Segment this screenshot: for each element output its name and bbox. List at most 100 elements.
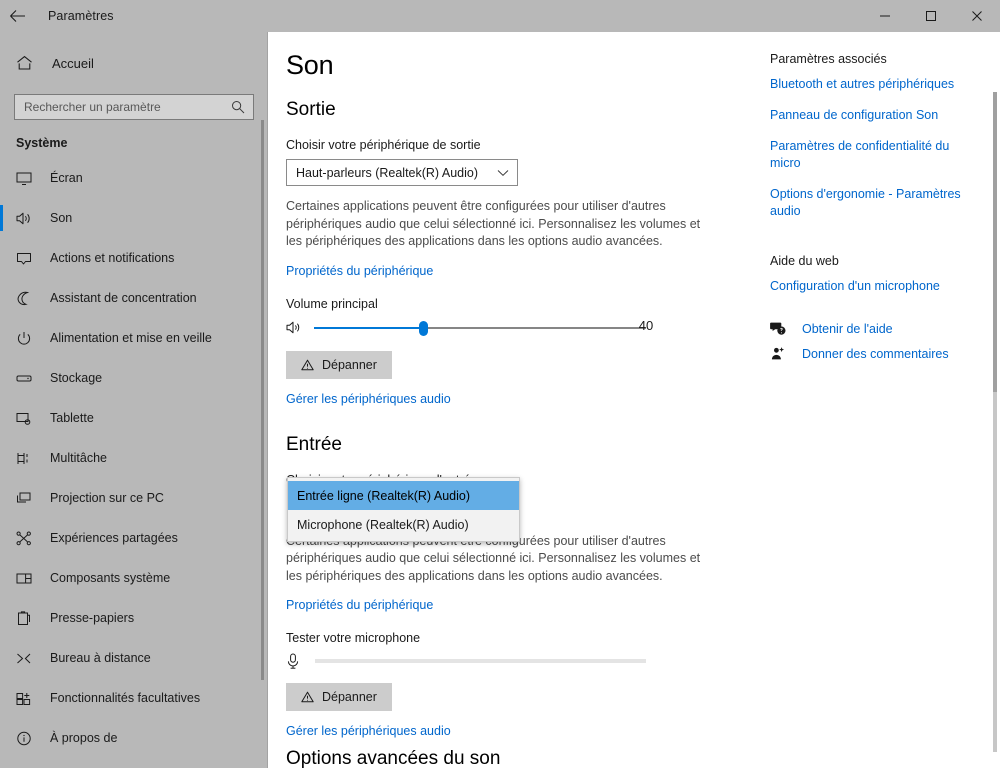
- sidebar-item-label: Son: [50, 211, 73, 225]
- speaker-icon: [16, 211, 40, 226]
- sidebar-item-label: Composants système: [50, 571, 171, 585]
- sidebar-item-bureau-a-distance[interactable]: Bureau à distance: [0, 638, 268, 678]
- sidebar-item-label: Fonctionnalités facultatives: [50, 691, 201, 705]
- output-section-heading: Sortie: [286, 99, 336, 120]
- rail-link-sound-control-panel[interactable]: Panneau de configuration Son: [770, 107, 975, 124]
- back-arrow-icon[interactable]: [0, 0, 34, 32]
- minimize-icon[interactable]: [862, 0, 908, 32]
- sidebar-item-home[interactable]: Accueil: [0, 46, 268, 80]
- speaker-icon[interactable]: [286, 320, 310, 335]
- features-icon: [16, 691, 40, 706]
- close-icon[interactable]: [954, 0, 1000, 32]
- master-volume-value: 40: [638, 317, 654, 333]
- rail-link-bluetooth[interactable]: Bluetooth et autres périphériques: [770, 76, 975, 93]
- title-bar-left: Paramètres: [0, 0, 268, 32]
- page-title: Son: [286, 50, 334, 80]
- sidebar-item-label: Alimentation et mise en veille: [50, 331, 212, 345]
- sidebar-item-presse-papiers[interactable]: Presse-papiers: [0, 598, 268, 638]
- share-icon: [16, 530, 40, 546]
- rail-link-ease-of-access-audio[interactable]: Options d'ergonomie - Paramètres audio: [770, 186, 975, 220]
- master-volume-label: Volume principal: [286, 296, 378, 311]
- sidebar-item-label: À propos de: [50, 731, 118, 745]
- sidebar-item-multitache[interactable]: Multitâche: [0, 438, 268, 478]
- notification-icon: [16, 251, 40, 266]
- sidebar-item-experiences-partagees[interactable]: Expériences partagées: [0, 518, 268, 558]
- output-device-value: Haut-parleurs (Realtek(R) Audio): [296, 165, 479, 180]
- input-section-heading: Entrée: [286, 433, 342, 455]
- drive-icon: [16, 371, 40, 386]
- dropdown-option-microphone[interactable]: Microphone (Realtek(R) Audio): [288, 510, 519, 539]
- sidebar-item-tablette[interactable]: Tablette: [0, 398, 268, 438]
- rail-link-microphone-setup[interactable]: Configuration d'un microphone: [770, 278, 975, 295]
- warning-icon: [301, 359, 314, 371]
- feedback-label: Donner des commentaires: [802, 346, 949, 361]
- sidebar-item-label: Presse-papiers: [50, 611, 135, 625]
- search-box[interactable]: [14, 94, 254, 120]
- sidebar: Accueil Système Écran: [0, 32, 268, 768]
- scrollbar-thumb[interactable]: [993, 92, 997, 392]
- sidebar-item-fonctionnalites-facultatives[interactable]: Fonctionnalités facultatives: [0, 678, 268, 718]
- moon-icon: [16, 291, 40, 306]
- sidebar-item-son[interactable]: Son: [0, 198, 268, 238]
- get-help-label: Obtenir de l'aide: [802, 321, 893, 336]
- title-bar: Paramètres: [0, 0, 1000, 32]
- master-volume-slider[interactable]: [314, 319, 646, 337]
- output-troubleshoot-label: Dépanner: [322, 357, 377, 372]
- maximize-icon[interactable]: [908, 0, 954, 32]
- sidebar-item-label: Stockage: [50, 371, 103, 385]
- power-icon: [16, 331, 40, 346]
- sidebar-item-label: Tablette: [50, 411, 94, 425]
- input-device-dropdown[interactable]: Entrée ligne (Realtek(R) Audio) Micropho…: [287, 477, 520, 542]
- input-manage-devices-link[interactable]: Gérer les périphériques audio: [286, 724, 451, 738]
- warning-icon: [301, 691, 314, 703]
- main-scrollbar[interactable]: [993, 92, 997, 752]
- related-settings-heading: Paramètres associés: [770, 52, 887, 66]
- web-help-heading: Aide du web: [770, 254, 839, 268]
- sidebar-item-assistant-concentration[interactable]: Assistant de concentration: [0, 278, 268, 318]
- sidebar-item-label: Projection sur ce PC: [50, 491, 164, 505]
- sidebar-item-label: Actions et notifications: [50, 251, 175, 265]
- feedback-icon: [770, 346, 794, 361]
- sidebar-home-label: Accueil: [52, 55, 94, 71]
- output-device-properties-link[interactable]: Propriétés du périphérique: [286, 264, 433, 278]
- output-device-label: Choisir votre périphérique de sortie: [286, 138, 481, 152]
- sidebar-item-actions-notifications[interactable]: Actions et notifications: [0, 238, 268, 278]
- input-troubleshoot-button[interactable]: Dépanner: [286, 683, 392, 711]
- advanced-options-heading: Options avancées du son: [286, 748, 501, 768]
- window-controls: [862, 0, 1000, 32]
- get-help-row[interactable]: Obtenir de l'aide: [770, 321, 985, 336]
- sidebar-item-alimentation[interactable]: Alimentation et mise en veille: [0, 318, 268, 358]
- settings-window: Paramètres Accueil Rechercher un paramèt…: [0, 0, 1000, 768]
- sidebar-item-stockage[interactable]: Stockage: [0, 358, 268, 398]
- output-manage-devices-link[interactable]: Gérer les périphériques audio: [286, 392, 451, 406]
- rail-link-mic-privacy[interactable]: Paramètres de confidentialité du micro: [770, 138, 975, 172]
- sidebar-item-ecran[interactable]: Écran: [0, 158, 268, 198]
- slider-thumb[interactable]: [418, 320, 428, 336]
- output-troubleshoot-button[interactable]: Dépanner: [286, 350, 392, 379]
- sidebar-item-a-propos-de[interactable]: À propos de: [0, 718, 268, 758]
- related-settings-rail: Paramètres associés Bluetooth et autres …: [770, 52, 985, 371]
- window-title: Paramètres: [48, 9, 114, 23]
- input-device-properties-link[interactable]: Propriétés du périphérique: [286, 598, 433, 612]
- search-input[interactable]: [15, 95, 253, 119]
- settings-pane: Son Sortie Choisir votre périphérique de…: [268, 32, 768, 740]
- output-device-select[interactable]: Haut-parleurs (Realtek(R) Audio): [286, 159, 518, 186]
- sidebar-item-label: Assistant de concentration: [50, 291, 197, 305]
- sidebar-section-title: Système: [16, 136, 68, 150]
- project-icon: [16, 491, 40, 506]
- microphone-test-label: Tester votre microphone: [286, 631, 421, 645]
- microphone-icon: [286, 653, 310, 669]
- components-icon: [16, 571, 40, 586]
- monitor-icon: [16, 171, 40, 186]
- dropdown-option-line-in[interactable]: Entrée ligne (Realtek(R) Audio): [288, 481, 519, 510]
- remote-desktop-icon: [16, 651, 40, 666]
- sidebar-item-label: Écran: [50, 171, 83, 185]
- sidebar-item-projection[interactable]: Projection sur ce PC: [0, 478, 268, 518]
- sidebar-scrollbar[interactable]: [261, 120, 264, 680]
- feedback-row[interactable]: Donner des commentaires: [770, 346, 985, 361]
- output-description: Certaines applications peuvent être conf…: [286, 199, 701, 248]
- master-volume-slider-row: 40: [286, 318, 653, 337]
- sidebar-item-composants-systeme[interactable]: Composants système: [0, 558, 268, 598]
- home-icon: [16, 55, 42, 71]
- input-troubleshoot-label: Dépanner: [322, 690, 377, 704]
